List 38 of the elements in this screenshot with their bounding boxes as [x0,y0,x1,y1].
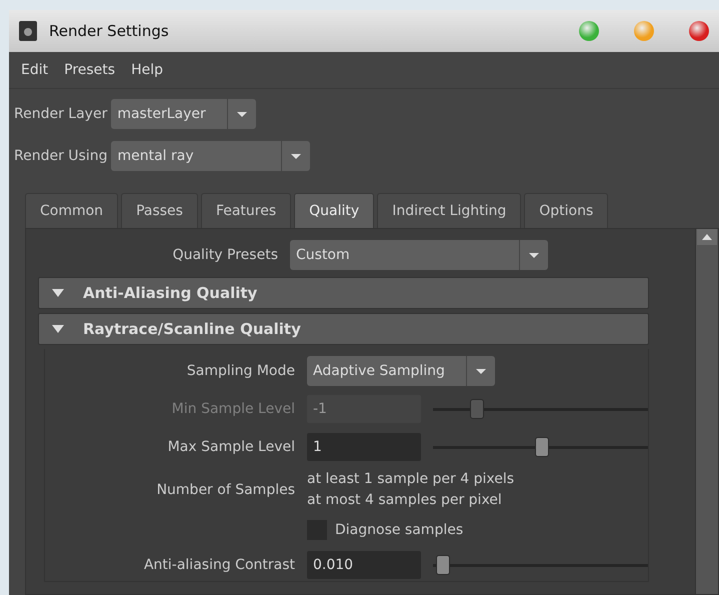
dropdown[interactable]: Adaptive Sampling [307,356,495,386]
section-header[interactable]: Anti-Aliasing Quality [38,277,649,309]
slider-thumb[interactable] [436,554,450,574]
maximize-button[interactable] [579,21,599,41]
field-label: Quality Presets [172,247,278,263]
field-label: Max Sample Level [168,439,295,455]
menu-item[interactable]: Edit [15,58,54,82]
tab[interactable]: Quality [294,193,374,228]
expand-triangle-icon[interactable] [51,324,65,334]
field-label: Sampling Mode [186,363,295,379]
dropdown[interactable]: mental ray [111,141,310,171]
checkbox-label: Diagnose samples [335,522,464,538]
field-label: Render Using [14,148,108,164]
tab[interactable]: Passes [121,193,198,228]
slider-thumb[interactable] [534,436,548,456]
window-title: Render Settings [49,22,170,40]
info-text: at most 4 samples per pixel [307,491,503,510]
tab[interactable]: Indirect Lighting [377,193,522,228]
number-field[interactable]: 1 [307,433,421,461]
close-button[interactable] [689,21,709,41]
field-label: Number of Samples [156,482,295,498]
info-text: at least 1 sample per 4 pixels [307,470,514,489]
dropdown[interactable]: Custom [290,240,548,270]
scrollbar[interactable] [695,229,718,594]
field-label: Min Sample Level [172,401,295,417]
menu-item[interactable]: Presets [58,58,122,82]
app-icon [19,21,37,41]
expand-triangle-icon[interactable] [51,288,65,298]
number-field[interactable]: 0.010 [307,551,421,579]
section-header[interactable]: Raytrace/Scanline Quality [38,313,649,345]
field-label: Anti-aliasing Contrast [144,557,295,573]
scroll-up-icon[interactable] [697,229,717,245]
tab[interactable]: Features [200,193,292,228]
tab[interactable]: Options [524,193,608,228]
field-label: Render Layer [14,106,108,122]
tab[interactable]: Common [25,193,118,228]
menu-item[interactable]: Help [125,58,169,82]
dropdown[interactable]: masterLayer [111,99,256,129]
